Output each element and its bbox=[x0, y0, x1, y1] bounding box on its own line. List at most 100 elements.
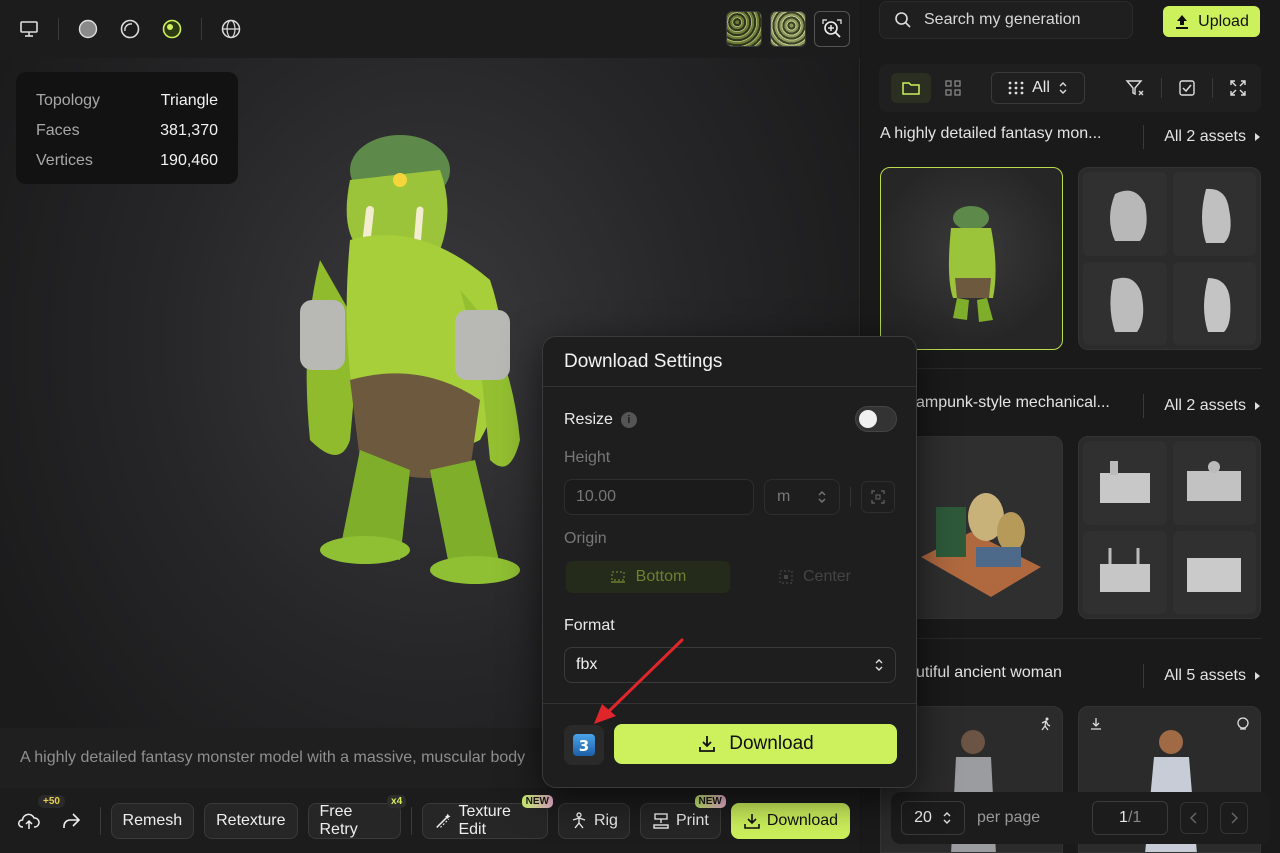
folder-icon bbox=[902, 82, 920, 95]
textured-shading-icon[interactable] bbox=[159, 16, 185, 42]
per-page-label: per page bbox=[977, 809, 1041, 826]
per-page-value: 20 bbox=[914, 809, 932, 826]
retexture-button[interactable]: Retexture bbox=[204, 802, 298, 839]
share-arrow-icon bbox=[62, 812, 80, 828]
texture-thumbnail[interactable] bbox=[726, 11, 762, 47]
next-page-button[interactable] bbox=[1220, 802, 1249, 834]
page-indicator[interactable]: 1/1 bbox=[1092, 801, 1169, 835]
texture-edit-button[interactable]: Texture Edit NEW bbox=[422, 794, 553, 839]
monitor-icon[interactable] bbox=[16, 16, 42, 42]
type-filter-select[interactable]: All bbox=[991, 72, 1085, 104]
bounding-box-icon bbox=[871, 490, 885, 504]
expand-icon[interactable] bbox=[1229, 79, 1247, 97]
mesh-stats-panel: Topology Triangle Faces 381,370 Vertices 19… bbox=[16, 72, 238, 184]
filter-divider bbox=[1161, 78, 1162, 98]
chevron-right-icon bbox=[1231, 812, 1239, 824]
app-3-button[interactable]: 3 bbox=[564, 725, 604, 765]
chevron-updown-icon bbox=[943, 812, 951, 824]
stat-value: Triangle bbox=[160, 92, 218, 109]
retry-count-badge: x4 bbox=[387, 794, 407, 808]
print-button[interactable]: Print NEW bbox=[639, 794, 726, 839]
prev-page-button[interactable] bbox=[1180, 802, 1209, 834]
upload-cloud-button[interactable]: +50 bbox=[16, 794, 65, 835]
upload-icon bbox=[1176, 14, 1189, 29]
format-value: fbx bbox=[576, 656, 598, 673]
stat-topology: Topology Triangle bbox=[36, 86, 218, 116]
upload-button[interactable]: Upload bbox=[1163, 6, 1260, 37]
solid-shading-icon[interactable] bbox=[75, 16, 101, 42]
zoom-icon bbox=[822, 19, 842, 38]
chevron-updown-icon bbox=[818, 491, 826, 503]
origin-bottom-button[interactable]: Bottom bbox=[566, 561, 730, 593]
clay-shading-icon[interactable] bbox=[117, 16, 143, 42]
per-page-select[interactable]: 20 bbox=[901, 801, 965, 835]
variant-thumbnail[interactable] bbox=[1172, 441, 1256, 525]
checkbox-select-icon[interactable] bbox=[1178, 79, 1196, 97]
running-figure-icon[interactable] bbox=[1038, 717, 1052, 731]
wireframe-globe-icon[interactable] bbox=[218, 16, 244, 42]
dots-grid-icon bbox=[1008, 81, 1024, 95]
monster-3d-model[interactable] bbox=[280, 110, 560, 610]
asset-card-selected[interactable] bbox=[880, 167, 1063, 350]
free-retry-button[interactable]: Free Retry x4 bbox=[307, 794, 407, 839]
group-divider bbox=[880, 368, 1262, 369]
search-placeholder: Search my generation bbox=[924, 11, 1081, 28]
height-divider bbox=[850, 487, 851, 507]
app-3-icon: 3 bbox=[573, 734, 595, 756]
variant-thumbnail[interactable] bbox=[1083, 530, 1167, 614]
asset-card-variants[interactable] bbox=[1078, 167, 1261, 350]
asset-card-variants[interactable] bbox=[1078, 436, 1261, 619]
format-label: Format bbox=[564, 617, 615, 634]
variant-thumbnail[interactable] bbox=[1083, 441, 1167, 525]
texture-thumbnail[interactable] bbox=[770, 11, 806, 47]
all-assets-link[interactable]: All 2 assets bbox=[1143, 125, 1262, 149]
caret-right-icon bbox=[1255, 672, 1260, 680]
filter-actions bbox=[1125, 78, 1247, 98]
resize-toggle[interactable] bbox=[855, 406, 897, 432]
print-3d-icon bbox=[653, 812, 669, 829]
chevron-left-icon bbox=[1190, 812, 1197, 824]
variant-thumbnail[interactable] bbox=[1172, 172, 1256, 256]
viewer-toolbar bbox=[0, 0, 860, 58]
variant-thumbnail[interactable] bbox=[1083, 172, 1167, 256]
modal-download-button[interactable]: Download bbox=[614, 724, 897, 764]
free-retry-label: Free Retry bbox=[319, 802, 358, 838]
new-badge: NEW bbox=[694, 794, 726, 808]
texture-edit-label: Texture Edit bbox=[458, 802, 511, 838]
height-input[interactable]: 10.00 bbox=[564, 479, 754, 515]
unit-select[interactable]: m bbox=[764, 479, 840, 515]
all-assets-link[interactable]: All 5 assets bbox=[1143, 664, 1262, 688]
monster-thumbnail bbox=[948, 206, 996, 322]
zoom-inspect-button[interactable] bbox=[814, 11, 850, 47]
rig-button[interactable]: Rig bbox=[557, 802, 630, 839]
stat-label: Topology bbox=[36, 92, 101, 109]
filter-divider bbox=[1212, 78, 1213, 98]
variant-thumbnail[interactable] bbox=[1172, 261, 1256, 345]
variant-thumbnail[interactable] bbox=[1083, 261, 1167, 345]
filter-all-label: All bbox=[1032, 79, 1050, 96]
remesh-button[interactable]: Remesh bbox=[110, 802, 195, 839]
align-center-icon bbox=[779, 570, 793, 584]
share-button[interactable] bbox=[58, 807, 84, 835]
search-input[interactable]: Search my generation bbox=[879, 1, 1133, 39]
group-header: ampunk-style mechanical... All 2 assets bbox=[880, 394, 1262, 418]
filter-icon[interactable] bbox=[1125, 79, 1145, 97]
grid-view-button[interactable] bbox=[933, 73, 973, 103]
format-select[interactable]: fbx bbox=[564, 647, 896, 683]
origin-center-button[interactable]: Center bbox=[733, 561, 897, 593]
download-small-icon[interactable] bbox=[1089, 717, 1103, 731]
download-button[interactable]: Download bbox=[730, 802, 851, 839]
stat-value: 381,370 bbox=[160, 122, 218, 139]
aspect-lock-button[interactable] bbox=[861, 481, 895, 513]
magic-wand-icon bbox=[436, 813, 451, 828]
action-bar: +50 Remesh Retexture Free Retry x4 Textur… bbox=[0, 788, 860, 853]
stat-faces: Faces 381,370 bbox=[36, 116, 218, 146]
group-header: A highly detailed fantasy mon... All 2 a… bbox=[880, 125, 1262, 149]
all-assets-link[interactable]: All 2 assets bbox=[1143, 394, 1262, 418]
variant-thumbnail[interactable] bbox=[1172, 530, 1256, 614]
info-icon[interactable]: i bbox=[620, 411, 637, 428]
all-assets-label: All 5 assets bbox=[1164, 667, 1246, 684]
head-model-icon[interactable] bbox=[1236, 717, 1250, 731]
folder-view-button[interactable] bbox=[891, 73, 931, 103]
variant-grid bbox=[1079, 437, 1260, 618]
